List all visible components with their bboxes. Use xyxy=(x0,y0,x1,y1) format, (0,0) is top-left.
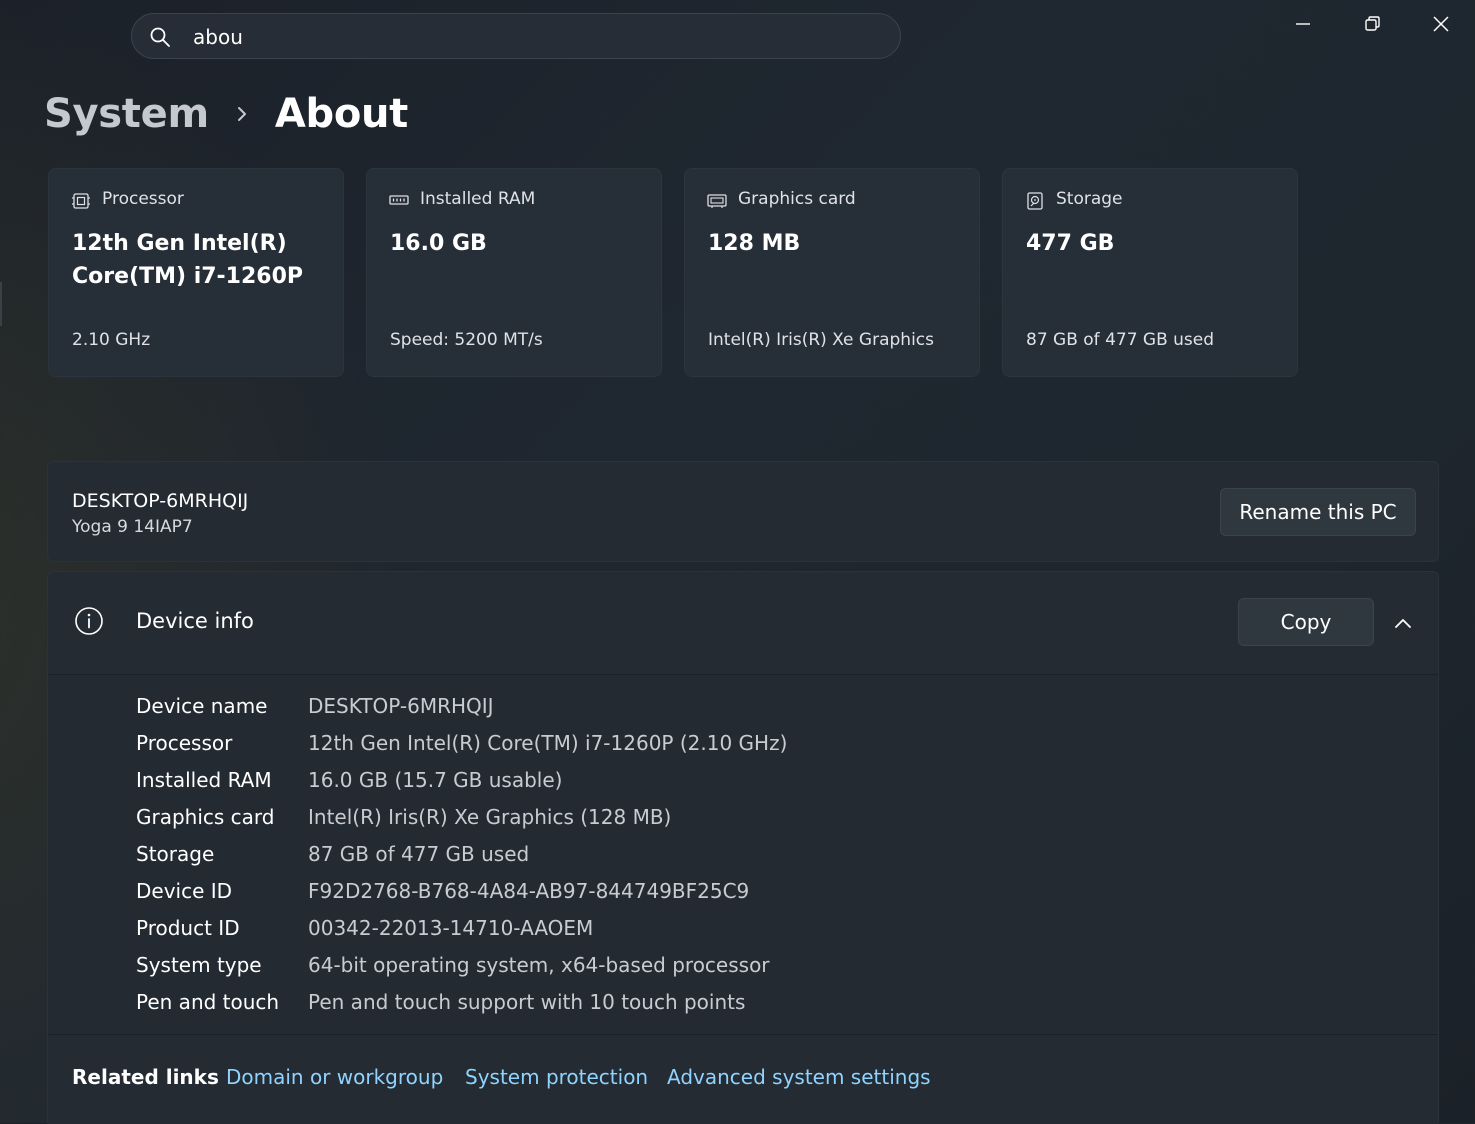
graphics-card-card: Graphics card 128 MB Intel(R) Iris(R) Xe… xyxy=(684,168,980,377)
spec-row-installed-ram: Installed RAM 16.0 GB (15.7 GB usable) xyxy=(136,761,1336,798)
spec-key: Device ID xyxy=(136,878,233,903)
rename-pc-button[interactable]: Rename this PC xyxy=(1220,488,1416,536)
minimize-icon[interactable] xyxy=(1289,10,1317,38)
chevron-up-icon[interactable] xyxy=(1392,612,1414,634)
chevron-right-icon xyxy=(237,107,246,121)
card-value: 128 MB xyxy=(708,231,801,256)
device-info-details: Device name DESKTOP-6MRHQIJ Processor 12… xyxy=(48,675,1438,1033)
spec-key: System type xyxy=(136,952,262,977)
spec-key: Graphics card xyxy=(136,804,275,829)
card-label: Processor xyxy=(102,189,184,209)
close-icon[interactable] xyxy=(1427,10,1455,38)
card-sub: 2.10 GHz xyxy=(72,330,151,350)
copy-button[interactable]: Copy xyxy=(1238,598,1374,646)
spec-value: 12th Gen Intel(R) Core(TM) i7-1260P (2.1… xyxy=(308,730,788,755)
spec-value: DESKTOP-6MRHQIJ xyxy=(308,693,494,718)
card-value: 12th Gen Intel(R) Core(TM) i7-1260P xyxy=(72,231,304,289)
advanced-system-settings-link[interactable]: Advanced system settings xyxy=(667,1065,931,1089)
spec-row-device-name: Device name DESKTOP-6MRHQIJ xyxy=(136,687,1336,724)
related-links: Related links Domain or workgroup System… xyxy=(48,1035,1438,1124)
processor-icon xyxy=(72,193,90,209)
pc-model: Yoga 9 14IAP7 xyxy=(72,517,193,537)
spec-row-storage: Storage 87 GB of 477 GB used xyxy=(136,835,1336,872)
spec-key: Installed RAM xyxy=(136,767,272,792)
spec-row-processor: Processor 12th Gen Intel(R) Core(TM) i7-… xyxy=(136,724,1336,761)
spec-value: F92D2768-B768-4A84-AB97-844749BF25C9 xyxy=(308,878,750,903)
ram-card: Installed RAM 16.0 GB Speed: 5200 MT/s xyxy=(366,168,662,377)
pc-name: DESKTOP-6MRHQIJ xyxy=(72,490,249,512)
ram-icon xyxy=(389,195,409,205)
spec-row-system-type: System type 64-bit operating system, x64… xyxy=(136,946,1336,983)
device-info-title: Device info xyxy=(136,609,254,633)
search-icon xyxy=(150,27,170,47)
storage-card: Storage 477 GB 87 GB of 477 GB used xyxy=(1002,168,1298,377)
domain-or-workgroup-link[interactable]: Domain or workgroup xyxy=(226,1065,443,1089)
spec-row-graphics-card: Graphics card Intel(R) Iris(R) Xe Graphi… xyxy=(136,798,1336,835)
graphics-card-icon xyxy=(707,194,727,208)
breadcrumb: System About xyxy=(44,84,408,144)
device-info-header[interactable]: Device info Copy xyxy=(48,572,1438,674)
spec-key: Storage xyxy=(136,841,215,866)
spec-value: Intel(R) Iris(R) Xe Graphics (128 MB) xyxy=(308,804,672,829)
spec-row-pen-and-touch: Pen and touch Pen and touch support with… xyxy=(136,983,1336,1020)
spec-key: Product ID xyxy=(136,915,240,940)
spec-value: Pen and touch support with 10 touch poin… xyxy=(308,989,746,1014)
page-title: About xyxy=(274,91,408,137)
storage-icon xyxy=(1027,192,1043,210)
device-info-panel: Device info Copy Device name DESKTOP-6MR… xyxy=(47,571,1439,1124)
spec-key: Device name xyxy=(136,693,268,718)
spec-value: 16.0 GB (15.7 GB usable) xyxy=(308,767,563,792)
spec-value: 00342-22013-14710-AAOEM xyxy=(308,915,594,940)
card-sub: Speed: 5200 MT/s xyxy=(390,330,543,350)
card-value: 477 GB xyxy=(1026,231,1115,256)
system-protection-link[interactable]: System protection xyxy=(465,1065,648,1089)
spec-value: 87 GB of 477 GB used xyxy=(308,841,530,866)
search-box[interactable]: abou xyxy=(131,13,901,59)
card-sub: 87 GB of 477 GB used xyxy=(1026,330,1215,350)
processor-card: Processor 12th Gen Intel(R) Core(TM) i7-… xyxy=(48,168,344,377)
spec-key: Pen and touch xyxy=(136,989,280,1014)
info-icon xyxy=(75,607,103,635)
spec-value: 64-bit operating system, x64-based proce… xyxy=(308,952,770,977)
search-input[interactable]: abou xyxy=(193,14,243,60)
spec-row-product-id: Product ID 00342-22013-14710-AAOEM xyxy=(136,909,1336,946)
card-label: Installed RAM xyxy=(420,189,536,209)
window-edge-marker xyxy=(0,282,2,326)
card-label: Graphics card xyxy=(738,189,856,209)
spec-row-device-id: Device ID F92D2768-B768-4A84-AB97-844749… xyxy=(136,872,1336,909)
related-links-title: Related links xyxy=(72,1065,219,1089)
card-label: Storage xyxy=(1056,189,1123,209)
pc-name-panel: DESKTOP-6MRHQIJ Yoga 9 14IAP7 Rename thi… xyxy=(47,461,1439,562)
restore-icon[interactable] xyxy=(1358,10,1386,38)
spec-key: Processor xyxy=(136,730,233,755)
card-value: 16.0 GB xyxy=(390,231,487,256)
card-sub: Intel(R) Iris(R) Xe Graphics xyxy=(708,330,934,350)
breadcrumb-system-link[interactable]: System xyxy=(44,91,209,137)
